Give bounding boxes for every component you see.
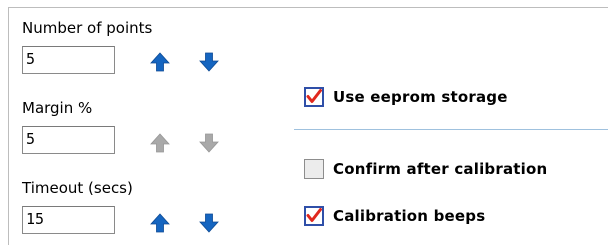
timeout-down-button[interactable]	[198, 212, 220, 234]
arrow-up-icon	[149, 212, 171, 234]
beeps-option[interactable]: Calibration beeps	[304, 206, 564, 230]
section-divider	[294, 129, 608, 130]
margin-input[interactable]: 5	[22, 126, 115, 154]
confirm-label: Confirm after calibration	[333, 160, 548, 178]
confirm-checkbox[interactable]	[304, 159, 324, 179]
checkmark-icon	[306, 208, 322, 222]
margin-down-button[interactable]	[198, 132, 220, 154]
margin-up-button[interactable]	[149, 132, 171, 154]
beeps-checkbox[interactable]	[304, 206, 324, 226]
confirm-option[interactable]: Confirm after calibration	[304, 159, 594, 183]
checkmark-icon	[306, 89, 322, 103]
timeout-label: Timeout (secs)	[22, 179, 133, 197]
eeprom-label: Use eeprom storage	[333, 88, 508, 106]
arrow-up-icon	[149, 132, 171, 154]
arrow-down-icon	[198, 212, 220, 234]
eeprom-option[interactable]: Use eeprom storage	[304, 87, 564, 111]
arrow-down-icon	[198, 132, 220, 154]
points-label: Number of points	[22, 19, 153, 37]
timeout-up-button[interactable]	[149, 212, 171, 234]
margin-label: Margin %	[22, 99, 93, 117]
arrow-up-icon	[149, 51, 171, 73]
points-down-button[interactable]	[198, 51, 220, 73]
points-input[interactable]: 5	[22, 46, 115, 74]
timeout-input[interactable]: 15	[22, 206, 115, 234]
eeprom-checkbox[interactable]	[304, 87, 324, 107]
points-up-button[interactable]	[149, 51, 171, 73]
calibration-settings-page: Number of points 5 Margin % 5 Timeout (s…	[0, 0, 608, 245]
beeps-label: Calibration beeps	[333, 207, 486, 225]
arrow-down-icon	[198, 51, 220, 73]
